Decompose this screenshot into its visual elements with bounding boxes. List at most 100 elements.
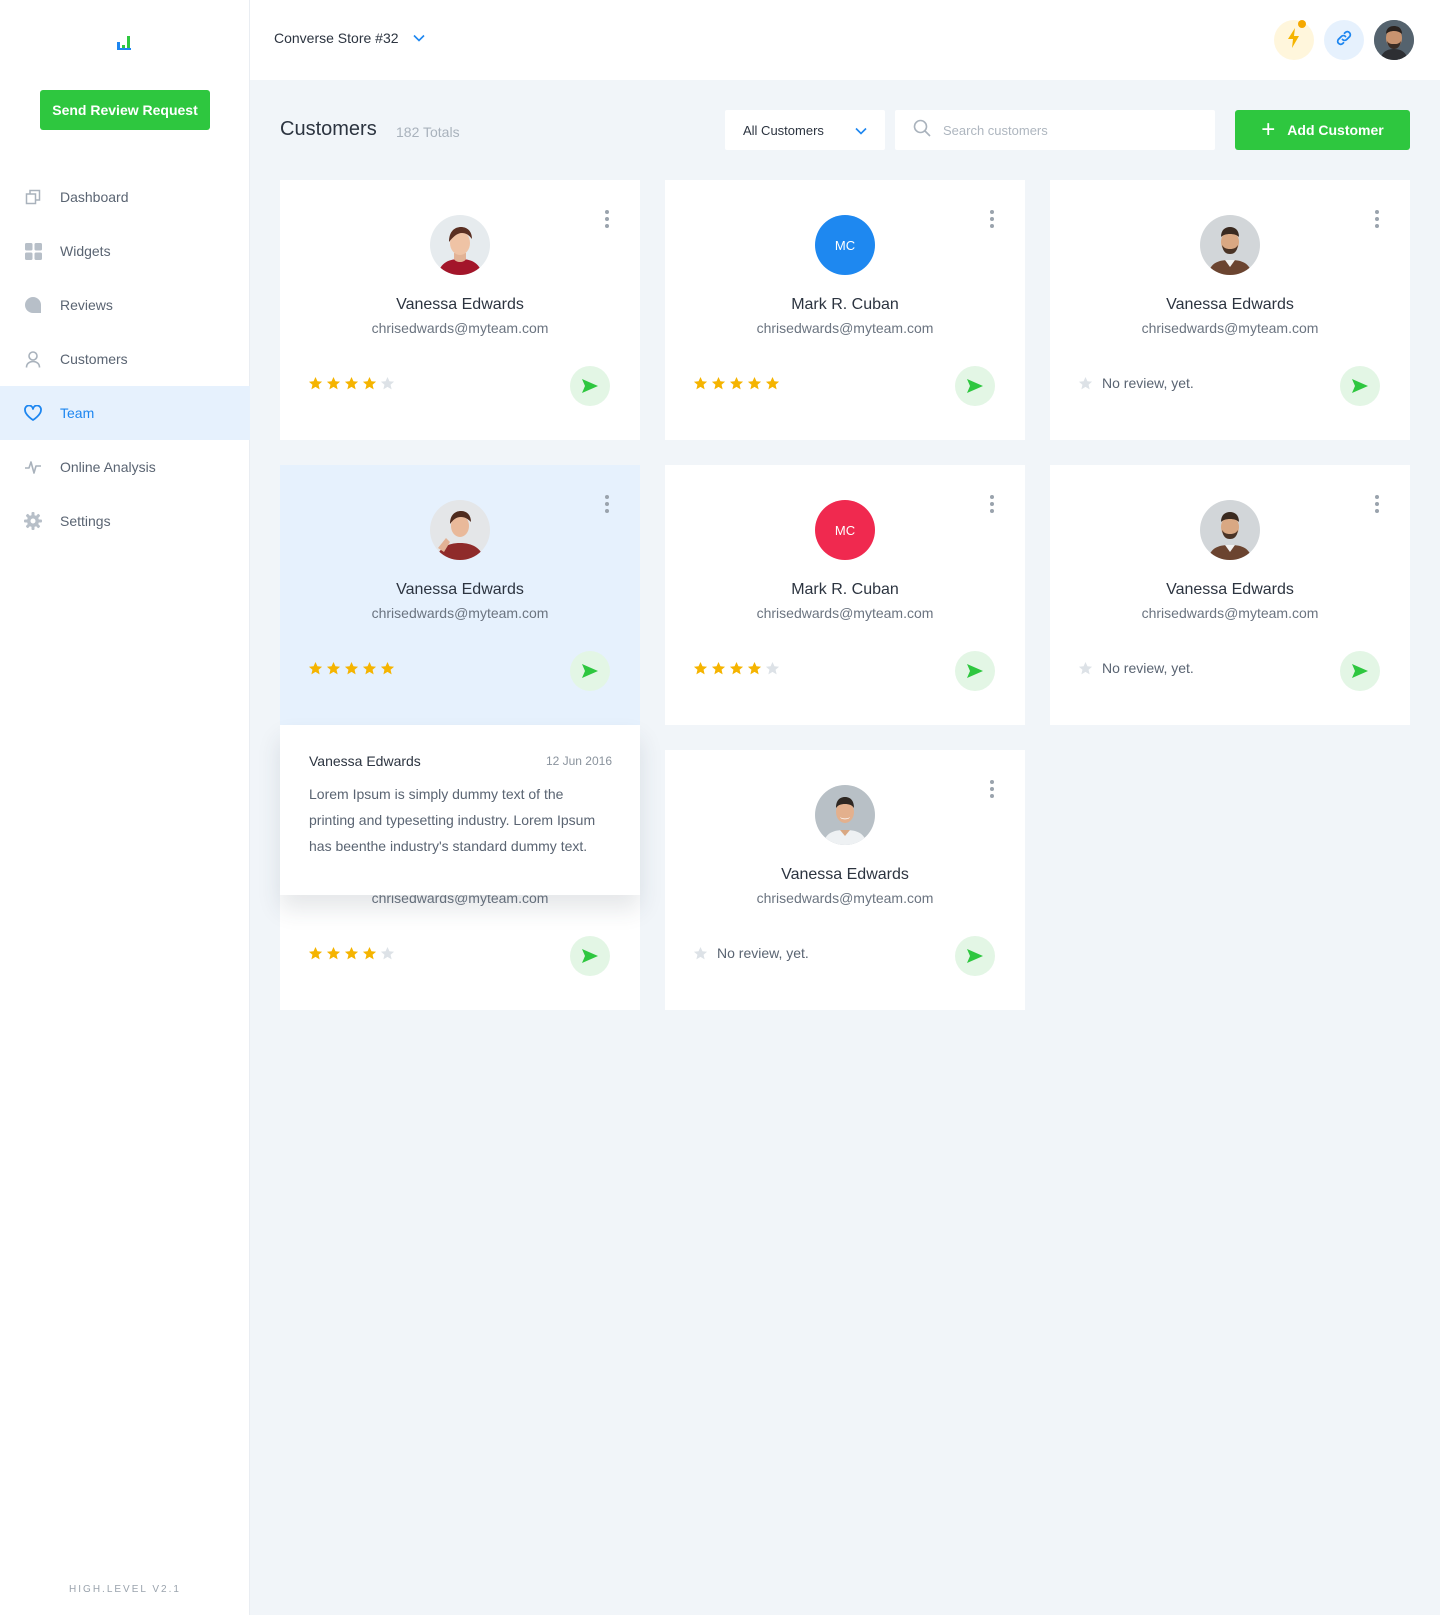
search-input[interactable] [943, 122, 1203, 138]
store-selector[interactable]: Converse Store #32 [274, 30, 425, 46]
send-review-request-button[interactable]: Send Review Request [40, 90, 210, 130]
customer-card[interactable]: Vanessa Edwards chrisedwards@myteam.com [280, 180, 640, 440]
reviews-icon [24, 296, 42, 314]
store-name: Converse Store #32 [274, 30, 399, 46]
star-filled-icon [326, 946, 341, 960]
star-filled-icon [344, 661, 359, 675]
customer-name: Vanessa Edwards [396, 581, 524, 598]
star-filled-icon [362, 661, 377, 675]
chevron-down-icon [412, 34, 425, 42]
customer-card[interactable]: Vanessa Edwards chrisedwards@myteam.com … [1050, 465, 1410, 725]
customer-card[interactable]: MC Mark R. Cuban chrisedwards@myteam.com [665, 180, 1025, 440]
send-review-button[interactable] [570, 651, 610, 691]
star-filled-icon [747, 376, 762, 390]
link-button[interactable] [1324, 20, 1364, 60]
sidebar-item-dashboard[interactable]: Dashboard [0, 170, 250, 224]
send-review-button[interactable] [955, 651, 995, 691]
sidebar-item-customers[interactable]: Customers [0, 332, 250, 386]
customer-card[interactable]: Vanessa Edwards chrisedwards@myteam.com [280, 465, 640, 725]
star-filled-icon [693, 661, 708, 675]
send-review-button[interactable] [1340, 651, 1380, 691]
review-popover: Vanessa Edwards 12 Jun 2016 Lorem Ipsum … [280, 725, 640, 895]
customer-avatar [1200, 215, 1260, 275]
star-empty-icon [765, 661, 780, 675]
customer-email: chrisedwards@myteam.com [756, 320, 934, 336]
star-rating [308, 376, 395, 391]
lightning-icon [1287, 27, 1301, 53]
sidebar-item-reviews[interactable]: Reviews [0, 278, 250, 332]
widgets-icon [24, 242, 42, 260]
add-customer-label: Add Customer [1287, 122, 1384, 138]
star-filled-icon [308, 661, 323, 675]
user-avatar[interactable] [1374, 20, 1414, 60]
notification-dot [1298, 20, 1306, 28]
more-options-icon[interactable] [604, 210, 610, 228]
customer-avatar [815, 785, 875, 845]
send-review-button[interactable] [955, 936, 995, 976]
pulse-icon [24, 458, 42, 476]
customer-email: chrisedwards@myteam.com [756, 890, 934, 906]
more-options-icon[interactable] [1374, 495, 1380, 513]
customer-avatar [430, 500, 490, 560]
add-customer-button[interactable]: + Add Customer [1235, 110, 1410, 150]
page-title: Customers [280, 118, 377, 140]
star-rating [693, 661, 780, 676]
sidebar-item-widgets[interactable]: Widgets [0, 224, 250, 278]
search-icon [913, 119, 931, 142]
sidebar-item-team[interactable]: Team [0, 386, 250, 440]
send-icon [582, 949, 598, 963]
avatar-initials: MC [834, 522, 856, 538]
customer-filter-dropdown[interactable]: All Customers [725, 110, 885, 150]
customer-card[interactable]: Vanessa Edwards chrisedwards@myteam.com … [1050, 180, 1410, 440]
user-icon [24, 350, 42, 368]
star-empty-icon [380, 946, 395, 960]
star-empty-icon [693, 946, 708, 959]
customer-avatar [1200, 500, 1260, 560]
search-box [895, 110, 1215, 150]
more-options-icon[interactable] [989, 780, 995, 798]
customer-avatar: MC [815, 215, 875, 275]
customer-name: Vanessa Edwards [396, 296, 524, 313]
star-filled-icon [362, 376, 377, 390]
sidebar-item-online-analysis[interactable]: Online Analysis [0, 440, 250, 494]
logo-icon [117, 30, 133, 50]
star-filled-icon [711, 376, 726, 390]
star-filled-icon [729, 661, 744, 675]
link-icon [1335, 29, 1353, 52]
sidebar-item-label: Reviews [60, 297, 113, 313]
more-options-icon[interactable] [1374, 210, 1380, 228]
sidebar-item-label: Settings [60, 513, 111, 529]
customer-name: Vanessa Edwards [781, 866, 909, 883]
no-review-label: No review, yet. [717, 945, 809, 961]
plus-icon: + [1261, 116, 1276, 143]
no-review-status: No review, yet. [693, 945, 809, 961]
customer-card[interactable]: MC Mark R. Cuban chrisedwards@myteam.com [665, 465, 1025, 725]
more-options-icon[interactable] [989, 210, 995, 228]
customer-name: Mark R. Cuban [791, 581, 899, 598]
top-header: Converse Store #32 [250, 0, 1440, 80]
send-review-button[interactable] [570, 366, 610, 406]
star-filled-icon [729, 376, 744, 390]
notifications-button[interactable] [1274, 20, 1314, 60]
send-review-button[interactable] [955, 366, 995, 406]
more-options-icon[interactable] [604, 495, 610, 513]
customer-card[interactable]: Vanessa Edwards chrisedwards@myteam.com … [665, 750, 1025, 1010]
more-options-icon[interactable] [989, 495, 995, 513]
avatar-initials: MC [834, 237, 856, 253]
customer-name: Vanessa Edwards [1166, 581, 1294, 598]
star-filled-icon [344, 946, 359, 960]
star-rating [308, 661, 395, 676]
star-filled-icon [380, 661, 395, 675]
send-icon [967, 379, 983, 393]
dashboard-icon [24, 188, 42, 206]
review-text: Lorem Ipsum is simply dummy text of the … [309, 786, 596, 854]
send-review-button[interactable] [1340, 366, 1380, 406]
send-review-button[interactable] [570, 936, 610, 976]
gear-icon [24, 512, 42, 530]
no-review-label: No review, yet. [1102, 375, 1194, 391]
star-filled-icon [765, 376, 780, 390]
sidebar-item-label: Team [60, 405, 95, 421]
customer-email: chrisedwards@myteam.com [1141, 605, 1319, 621]
filter-value: All Customers [743, 122, 824, 138]
sidebar-item-settings[interactable]: Settings [0, 494, 250, 548]
